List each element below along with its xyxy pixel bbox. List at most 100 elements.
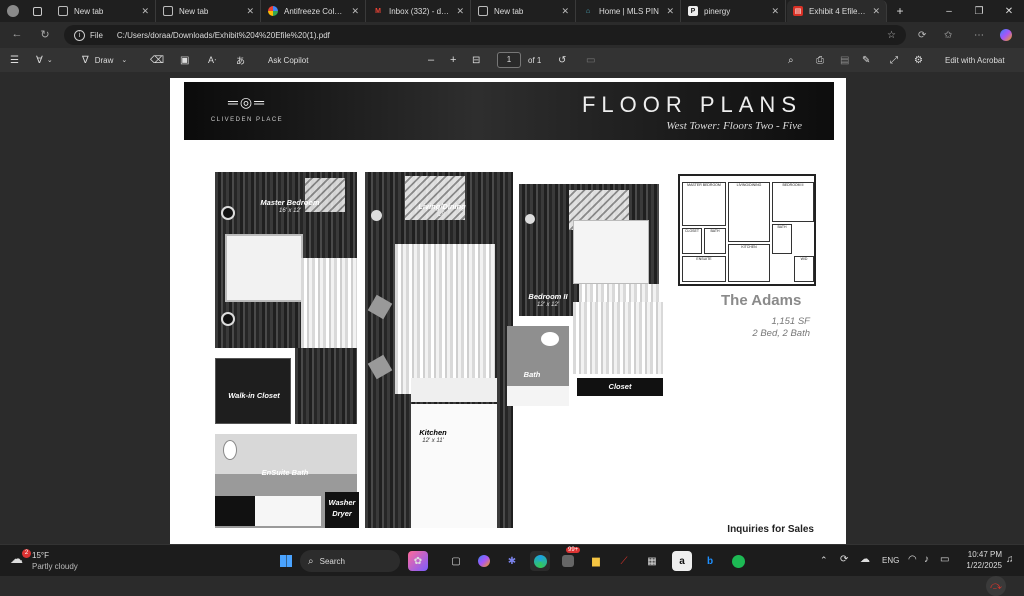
favorite-star-icon[interactable]: ☆ <box>887 30 896 41</box>
toilet-icon <box>223 440 237 460</box>
close-tab-icon[interactable]: ✕ <box>246 6 254 17</box>
plus-icon: + <box>450 54 457 66</box>
cliveden-logo: ═◎═ CLIVEDEN PLACE <box>208 94 286 134</box>
sync-icon[interactable]: ⟳ <box>840 554 848 565</box>
tab-exhibit-pdf[interactable]: ▤ Exhibit 4 Efile (1).p ✕ <box>787 0 887 22</box>
translate-icon: あ <box>236 55 246 66</box>
favorites-button[interactable]: ✩ <box>944 22 952 48</box>
file-explorer-button[interactable]: ▆ <box>586 551 606 571</box>
read-aloud-icon: Aᐧ <box>208 54 217 65</box>
settings-more-button[interactable]: ⋯ <box>974 22 984 48</box>
closet-area <box>573 302 663 374</box>
tab-new-tab-2[interactable]: New tab ✕ <box>157 0 261 22</box>
teams-app-button[interactable]: ✱ <box>502 551 522 571</box>
close-tab-icon[interactable]: ✕ <box>141 6 149 17</box>
maximize-button[interactable]: ❐ <box>964 0 994 22</box>
close-tab-icon[interactable]: ✕ <box>666 6 674 17</box>
store-app-button[interactable]: ▦ <box>642 551 662 571</box>
edit-with-acrobat-button[interactable]: Edit with Acrobat <box>945 48 1005 72</box>
refresh-button[interactable]: ↻ <box>34 28 56 41</box>
weather-widget[interactable]: ☁ 2 15°F Partly cloudy <box>8 549 98 573</box>
fit-page-button[interactable]: ⊟ <box>472 48 480 72</box>
widgets-app-button[interactable]: ✿ <box>408 551 428 571</box>
translate-button[interactable]: あ <box>236 48 245 72</box>
pdf-viewer[interactable]: ═◎═ CLIVEDEN PLACE FLOOR PLANS West Towe… <box>0 72 1024 596</box>
rotate-button[interactable]: ↺ <box>558 48 566 72</box>
refresh-icon: ↻ <box>40 29 50 41</box>
close-tab-icon[interactable]: ✕ <box>771 6 779 17</box>
print-button[interactable]: ⎙ <box>816 48 824 72</box>
scheme-label: File <box>90 30 103 40</box>
vertical-scrollbar[interactable] <box>1016 76 1022 542</box>
close-window-button[interactable]: ✕ <box>994 0 1024 22</box>
close-tab-icon[interactable]: ✕ <box>872 6 880 17</box>
tab-mls-pin[interactable]: ⌂ Home | MLS PIN ✕ <box>577 0 681 22</box>
acrobat-button[interactable]: ⤼ <box>986 576 1006 596</box>
zoom-in-button[interactable]: + <box>450 48 456 72</box>
weather-badge: 2 <box>22 549 31 558</box>
pdf-settings-button[interactable]: ⚙ <box>914 48 923 72</box>
back-button[interactable]: ← <box>6 28 28 40</box>
info-icon[interactable]: i <box>74 29 85 41</box>
document-title: FLOOR PLANS <box>581 92 802 117</box>
show-hidden-icons-button[interactable]: ⌃ <box>820 555 828 566</box>
ask-copilot-button[interactable]: Ask Copilot <box>268 48 308 72</box>
close-tab-icon[interactable]: ✕ <box>456 6 464 17</box>
new-tab-button[interactable]: + <box>890 0 910 22</box>
profile-avatar[interactable] <box>2 0 24 22</box>
tab-new-tab-3[interactable]: New tab ✕ <box>472 0 576 22</box>
tab-new-tab-1[interactable]: New tab ✕ <box>52 0 156 22</box>
living-dining: Living/Dining 18' Kitchen 12' x 11' <box>365 172 513 528</box>
copilot-sidebar-button[interactable] <box>1000 22 1012 48</box>
find-button[interactable]: ⌕ <box>788 48 794 72</box>
task-view-button[interactable]: ▢ <box>446 551 466 571</box>
save-as-button[interactable]: ✎ <box>862 48 870 72</box>
tab-label: New tab <box>179 6 209 16</box>
draw-button[interactable]: ∇ Draw ⌄ <box>82 48 127 72</box>
erase-button[interactable]: ⌫ <box>150 48 164 72</box>
page-number-input[interactable]: 1 <box>497 48 521 72</box>
document-header: ═◎═ CLIVEDEN PLACE FLOOR PLANS West Towe… <box>184 82 834 140</box>
taskbar-search[interactable]: ⌕ Search <box>300 550 400 572</box>
bing-app-button[interactable]: b <box>700 551 720 571</box>
close-tab-icon[interactable]: ✕ <box>351 6 359 17</box>
volume-icon[interactable]: ♪ <box>924 554 929 565</box>
amazon-app-button[interactable]: a <box>672 551 692 571</box>
copilot-app-button[interactable] <box>474 551 494 571</box>
edge-app-button[interactable] <box>530 551 550 571</box>
close-tab-icon[interactable]: ✕ <box>561 6 569 17</box>
tab-pinergy[interactable]: P pinergy ✕ <box>682 0 786 22</box>
clock[interactable]: 10:47 PM 1/22/2025 <box>962 550 1002 570</box>
zoom-out-button[interactable]: – <box>428 48 434 72</box>
hall-floor <box>295 348 357 424</box>
save-as-icon: ✎ <box>862 54 871 66</box>
spotify-app-button[interactable] <box>728 551 748 571</box>
notification-bell-icon[interactable]: ♫ <box>1006 554 1014 565</box>
contents-button[interactable]: ☰ <box>10 48 19 72</box>
tab-gmail-inbox[interactable]: M Inbox (332) - dora ✕ <box>367 0 471 22</box>
fullscreen-button[interactable]: ⤢ <box>890 48 898 72</box>
read-aloud-button[interactable]: Aᐧ <box>208 48 216 72</box>
language-indicator[interactable]: ENG <box>882 556 899 565</box>
page-view-button[interactable]: ▭ <box>586 48 595 72</box>
tub <box>255 496 321 526</box>
notifications-app-button[interactable]: 99+ <box>558 547 581 571</box>
tab-antifreeze[interactable]: Antifreeze Colors E ✕ <box>262 0 366 22</box>
wifi-icon[interactable]: ◠ <box>908 554 917 565</box>
start-button[interactable] <box>276 551 296 571</box>
address-field[interactable]: i File C:/Users/doraa/Downloads/Exhibit%… <box>64 25 906 45</box>
save-button[interactable]: ▤ <box>840 48 849 72</box>
add-text-button[interactable]: ▣ <box>180 48 189 72</box>
battery-icon[interactable]: ▭ <box>940 554 949 565</box>
copilot-button[interactable]: ⟳ <box>918 22 926 48</box>
pinergy-icon: P <box>688 6 698 16</box>
tab-label: Antifreeze Colors E <box>284 6 346 16</box>
minimize-button[interactable]: – <box>934 0 964 22</box>
highlight-button[interactable]: ∀ ⌄ <box>36 48 53 72</box>
onedrive-icon[interactable]: ☁ <box>860 554 870 565</box>
weather-temp: 15°F <box>32 551 49 560</box>
tab-actions-button[interactable] <box>26 0 48 22</box>
acrobat-app-button[interactable]: ⟋ <box>614 551 634 571</box>
newtab-icon <box>163 6 173 16</box>
chevron-up-icon: ⌃ <box>820 555 828 565</box>
